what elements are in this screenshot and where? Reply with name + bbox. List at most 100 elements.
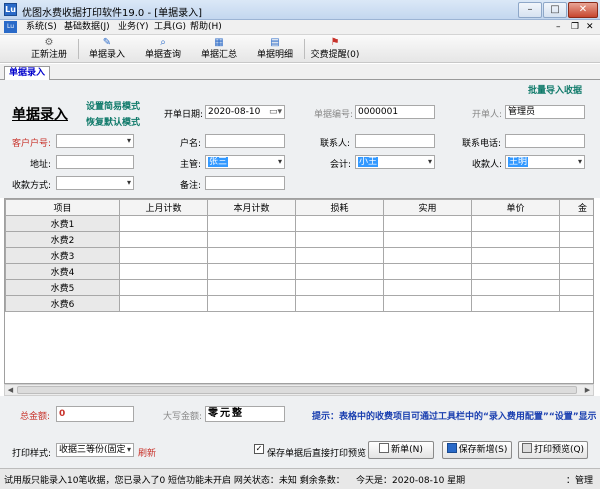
restore-default-mode-link[interactable]: 恢复默认模式 — [86, 115, 140, 128]
close-button[interactable]: ✕ — [568, 2, 598, 18]
menu-help[interactable]: 帮助(H) — [190, 21, 222, 34]
save-new-button[interactable]: 保存新增(S) — [442, 441, 512, 459]
col-header-this-month[interactable]: 本月计数 — [207, 199, 296, 216]
grid-cell[interactable] — [559, 295, 593, 312]
accountant-value: 小王 — [358, 157, 379, 167]
payee-select[interactable]: 王明 — [505, 155, 585, 169]
toolbar-summary-button[interactable]: ▦ 单据汇总 — [196, 37, 242, 62]
preview-checkbox[interactable]: ✓ — [254, 444, 264, 454]
contact-input[interactable] — [355, 134, 435, 148]
grid-cell[interactable] — [471, 247, 560, 264]
grid-cell[interactable] — [295, 295, 384, 312]
app-icon: Lu — [4, 3, 17, 16]
grid-cell[interactable] — [295, 215, 384, 232]
grid-cell[interactable] — [383, 295, 472, 312]
toolbar-detail-button[interactable]: ▤ 单据明细 — [252, 37, 298, 62]
supervisor-select[interactable]: 张三 — [205, 155, 285, 169]
tab-receipt-entry[interactable]: 单据录入 — [4, 66, 51, 81]
set-simple-mode-link[interactable]: 设置简易模式 — [86, 99, 140, 112]
menu-system[interactable]: 系统(S) — [26, 21, 57, 34]
grid-cell[interactable] — [383, 247, 472, 264]
toolbar-register-button[interactable]: ⚙ 正新注册 — [26, 37, 72, 62]
grid-cell[interactable] — [207, 263, 296, 280]
mdi-close-icon[interactable]: ✕ — [586, 21, 594, 34]
col-header-unit-price[interactable]: 单价 — [471, 199, 560, 216]
grid-cell[interactable] — [559, 215, 593, 232]
grid-cell[interactable] — [471, 279, 560, 296]
grid-cell[interactable] — [559, 247, 593, 264]
accountant-select[interactable]: 小王 — [355, 155, 435, 169]
title-bar[interactable]: Lu 优图水费收据打印软件19.0 - [单据录入] – □ ✕ — [0, 0, 600, 20]
remark-input[interactable] — [205, 176, 285, 190]
uppercase-amount-label: 大写金额: — [163, 412, 203, 422]
app-menu-icon[interactable]: Lu — [4, 21, 17, 33]
toolbar-reminder-button[interactable]: ⚑ 交费提醒(0) — [308, 37, 362, 62]
grid-cell[interactable] — [559, 263, 593, 280]
col-header-amount[interactable]: 金 — [559, 199, 593, 216]
grid-cell[interactable] — [295, 247, 384, 264]
menu-business[interactable]: 业务(Y) — [118, 21, 149, 34]
col-header-actual[interactable]: 实用 — [383, 199, 472, 216]
scroll-right-icon[interactable]: ▶ — [582, 385, 593, 395]
grid-cell[interactable] — [383, 215, 472, 232]
grid-cell[interactable] — [295, 231, 384, 248]
calendar-dropdown-icon[interactable]: ▭▾ — [269, 106, 282, 118]
mdi-minimize-icon[interactable]: – — [556, 21, 561, 34]
scroll-left-icon[interactable]: ◀ — [5, 385, 16, 395]
print-preview-button[interactable]: 打印预览(Q) — [518, 441, 588, 459]
grid-cell[interactable] — [119, 279, 208, 296]
grid-cell[interactable] — [383, 263, 472, 280]
bottom-panel: 总金额: 0 大写金额: 零元整 提示：表格中的收费项目可通过工具栏中的“录入费… — [0, 396, 600, 468]
row-item-label: 水费3 — [5, 247, 120, 264]
grid-cell[interactable] — [559, 231, 593, 248]
date-picker[interactable]: 2020-08-10 ▭▾ — [205, 105, 285, 119]
window-title: 优图水费收据打印软件19.0 - [单据录入] — [22, 8, 203, 19]
new-receipt-button[interactable]: 新单(N) — [368, 441, 434, 459]
refresh-link[interactable]: 刷新 — [138, 446, 156, 459]
grid-cell[interactable] — [383, 279, 472, 296]
grid-cell[interactable] — [559, 279, 593, 296]
toolbar-entry-button[interactable]: ✎ 单据录入 — [84, 37, 130, 62]
mdi-restore-icon[interactable]: ❐ — [571, 21, 579, 34]
menu-basic-data[interactable]: 基础数据(J) — [64, 21, 110, 34]
grid-cell[interactable] — [383, 231, 472, 248]
minimize-button[interactable]: – — [518, 2, 542, 18]
fee-grid[interactable]: 项目 上月计数 本月计数 损耗 实用 单价 金 水费1 水费2 水费3 水费4 … — [4, 198, 594, 384]
grid-cell[interactable] — [207, 295, 296, 312]
receipt-no-field[interactable]: 0000001 — [355, 105, 435, 119]
form-heading: 单据录入 — [12, 107, 68, 123]
issuer-field[interactable]: 管理员 — [505, 105, 585, 119]
grid-cell[interactable] — [119, 215, 208, 232]
grid-cell[interactable] — [471, 295, 560, 312]
batch-import-link[interactable]: 批量导入收据 — [528, 83, 582, 96]
grid-cell[interactable] — [119, 247, 208, 264]
status-bar: 试用版只能录入10笔收据，您已录入了0 短信功能未开启 网关状态：未知 剩余条数… — [0, 468, 600, 489]
grid-cell[interactable] — [119, 295, 208, 312]
col-header-last-month[interactable]: 上月计数 — [119, 199, 208, 216]
customer-no-select[interactable] — [56, 134, 134, 148]
grid-cell[interactable] — [207, 279, 296, 296]
preview-checkbox-label[interactable]: 保存单据后直接打印预览 — [267, 446, 366, 459]
col-header-loss[interactable]: 损耗 — [295, 199, 384, 216]
toolbar-query-button[interactable]: ⌕ 单据查询 — [140, 37, 186, 62]
col-header-item[interactable]: 项目 — [5, 199, 120, 216]
address-input[interactable] — [56, 155, 134, 169]
grid-cell[interactable] — [119, 231, 208, 248]
grid-cell[interactable] — [471, 231, 560, 248]
grid-cell[interactable] — [471, 263, 560, 280]
payment-method-select[interactable] — [56, 176, 134, 190]
phone-input[interactable] — [505, 134, 585, 148]
horizontal-scrollbar[interactable]: ◀ ▶ — [4, 384, 594, 396]
grid-cell[interactable] — [295, 263, 384, 280]
maximize-button[interactable]: □ — [543, 2, 567, 18]
scrollbar-thumb[interactable] — [17, 386, 577, 394]
menu-tools[interactable]: 工具(G) — [154, 21, 186, 34]
account-name-input[interactable] — [205, 134, 285, 148]
print-style-select[interactable]: 收据三等份(固定 — [56, 443, 134, 457]
grid-cell[interactable] — [119, 263, 208, 280]
grid-cell[interactable] — [207, 215, 296, 232]
grid-cell[interactable] — [295, 279, 384, 296]
grid-cell[interactable] — [207, 231, 296, 248]
grid-cell[interactable] — [207, 247, 296, 264]
grid-cell[interactable] — [471, 215, 560, 232]
